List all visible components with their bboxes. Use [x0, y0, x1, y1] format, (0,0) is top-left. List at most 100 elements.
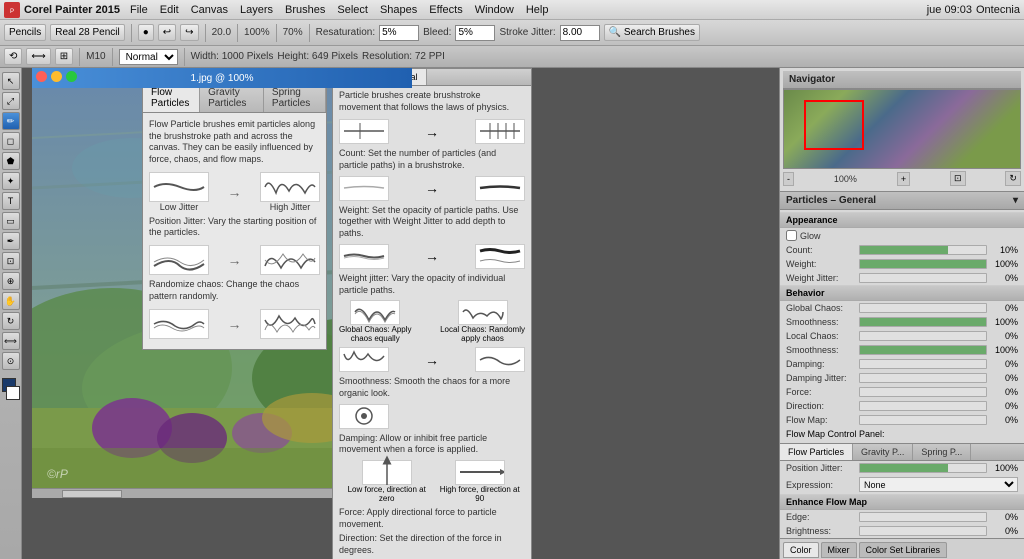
- menu-canvas[interactable]: Canvas: [191, 4, 228, 16]
- right-pg-collapse[interactable]: ▾: [1013, 195, 1018, 206]
- right-tab-gravity[interactable]: Gravity P...: [853, 444, 913, 460]
- direction-track[interactable]: [859, 401, 987, 411]
- tool-zoom[interactable]: ⊕: [2, 272, 20, 290]
- tool-mirror[interactable]: ⟺: [2, 332, 20, 350]
- undo-btn[interactable]: ↩: [158, 24, 176, 41]
- right-tab-flow[interactable]: Flow Particles: [780, 444, 853, 460]
- force-high-demo: High force, direction at 90: [434, 460, 525, 503]
- edge-row: Edge: 0%: [780, 510, 1024, 524]
- tool-fill[interactable]: ⬟: [2, 152, 20, 170]
- brush-size-btn[interactable]: ●: [138, 24, 154, 41]
- damping-jitter-track[interactable]: [859, 373, 987, 383]
- tool-text[interactable]: T: [2, 192, 20, 210]
- tab-spring-particles[interactable]: Spring Particles: [264, 84, 326, 112]
- brush-category[interactable]: Pencils: [4, 24, 46, 41]
- flowmap-row: Flow Map: 0%: [780, 413, 1024, 427]
- secondary-toolbar: ⟲ ⟷ ⊞ M10 Normal Width: 1000 Pixels Heig…: [0, 46, 1024, 68]
- mirror-btn[interactable]: ⟷: [26, 48, 50, 65]
- scrollbar-thumb[interactable]: [62, 490, 122, 498]
- local-chaos-track[interactable]: [859, 331, 987, 341]
- res-label: Resolution: 72 PPI: [362, 51, 445, 62]
- tool-eraser[interactable]: ◻: [2, 132, 20, 150]
- menu-help[interactable]: Help: [526, 4, 549, 16]
- count-row: Count: 10%: [780, 243, 1024, 257]
- smoothness-desc: Smoothness: Smooth the chaos for a more …: [339, 376, 525, 399]
- tool-transform[interactable]: ⤢: [2, 92, 20, 110]
- tab-mixer[interactable]: Mixer: [821, 542, 857, 558]
- menu-shapes[interactable]: Shapes: [380, 4, 417, 16]
- tool-grab[interactable]: ✋: [2, 292, 20, 310]
- size-label: 20.0: [212, 27, 231, 38]
- pos-jitter-track[interactable]: [859, 463, 987, 473]
- tab-gravity-particles[interactable]: Gravity Particles: [200, 84, 264, 112]
- weight-track[interactable]: [859, 259, 987, 269]
- maximize-btn[interactable]: [66, 71, 77, 82]
- flowmap-track[interactable]: [859, 415, 987, 425]
- flowmap-label: Flow Map:: [786, 415, 856, 425]
- tool-rotate[interactable]: ↻: [2, 312, 20, 330]
- symmetry-btn[interactable]: ⊞: [55, 48, 73, 65]
- tool-eyedropper[interactable]: ✦: [2, 172, 20, 190]
- tab-color-set[interactable]: Color Set Libraries: [859, 542, 948, 558]
- close-btn[interactable]: [36, 71, 47, 82]
- nav-rotate[interactable]: ↻: [1005, 171, 1021, 186]
- weight-value: 100%: [990, 259, 1018, 269]
- right-tab-spring[interactable]: Spring P...: [913, 444, 971, 460]
- force-low-demo: Low force, direction at zero: [339, 460, 434, 503]
- menu-file[interactable]: File: [130, 4, 148, 16]
- tool-brush[interactable]: ✏: [2, 112, 20, 130]
- global-chaos-track[interactable]: [859, 303, 987, 313]
- weight-high-img: [475, 176, 525, 201]
- tab-flow-particles[interactable]: Flow Particles: [143, 84, 200, 112]
- navigator-controls: - 100% + ⊡ ↻: [783, 169, 1021, 188]
- tool-select[interactable]: ↖: [2, 72, 20, 90]
- background-color[interactable]: [6, 386, 20, 400]
- menu-brushes[interactable]: Brushes: [285, 4, 325, 16]
- menu-edit[interactable]: Edit: [160, 4, 179, 16]
- traffic-lights: [36, 71, 77, 82]
- appearance-title: Appearance: [780, 212, 1024, 228]
- search-brush-btn[interactable]: 🔍 Search Brushes: [604, 24, 700, 41]
- flowmap-control-label: Flow Map Control Panel:: [786, 429, 885, 439]
- menu-select[interactable]: Select: [337, 4, 368, 16]
- expr-select[interactable]: None: [859, 477, 1018, 492]
- minimize-btn[interactable]: [51, 71, 62, 82]
- nav-zoom-out[interactable]: -: [783, 172, 794, 186]
- tab-color[interactable]: Color: [783, 542, 819, 558]
- pg-count-row: →: [339, 119, 525, 144]
- glow-checkbox[interactable]: [786, 230, 797, 241]
- menu-layers[interactable]: Layers: [240, 4, 273, 16]
- smoothness1-track[interactable]: [859, 317, 987, 327]
- tool-crop[interactable]: ⊡: [2, 252, 20, 270]
- damping-track[interactable]: [859, 359, 987, 369]
- low-jitter-label: Low Jitter: [160, 202, 199, 212]
- brush-name[interactable]: Real 28 Pencil: [50, 24, 124, 41]
- menu-window[interactable]: Window: [475, 4, 514, 16]
- wjitter-track[interactable]: [859, 273, 987, 283]
- edge-value: 0%: [990, 512, 1018, 522]
- smoothness2-track[interactable]: [859, 345, 987, 355]
- redo-btn[interactable]: ↪: [180, 24, 198, 41]
- brightness-track[interactable]: [859, 526, 987, 536]
- nav-zoom-in[interactable]: +: [897, 172, 910, 186]
- force-value: 0%: [990, 387, 1018, 397]
- damping-jitter-row: Damping Jitter: 0%: [780, 371, 1024, 385]
- tool-shape[interactable]: ▭: [2, 212, 20, 230]
- count-track[interactable]: [859, 245, 987, 255]
- transform-btn[interactable]: ⟲: [4, 48, 22, 65]
- nav-fit[interactable]: ⊡: [950, 171, 966, 186]
- force-track[interactable]: [859, 387, 987, 397]
- tool-pen[interactable]: ✒: [2, 232, 20, 250]
- bleed-input[interactable]: [455, 25, 495, 41]
- mode-select[interactable]: Normal: [119, 49, 178, 65]
- opacity-label: Resaturation:: [316, 27, 375, 38]
- tool-clone[interactable]: ⊙: [2, 352, 20, 370]
- edge-track[interactable]: [859, 512, 987, 522]
- right-pg-label: Particles – General: [786, 195, 876, 206]
- zoom-label: 100%: [244, 27, 270, 38]
- navigator-preview[interactable]: [783, 89, 1021, 169]
- opacity-input[interactable]: [379, 25, 419, 41]
- jitter-input[interactable]: [560, 25, 600, 41]
- damping-label: Damping:: [786, 359, 856, 369]
- menu-effects[interactable]: Effects: [429, 4, 462, 16]
